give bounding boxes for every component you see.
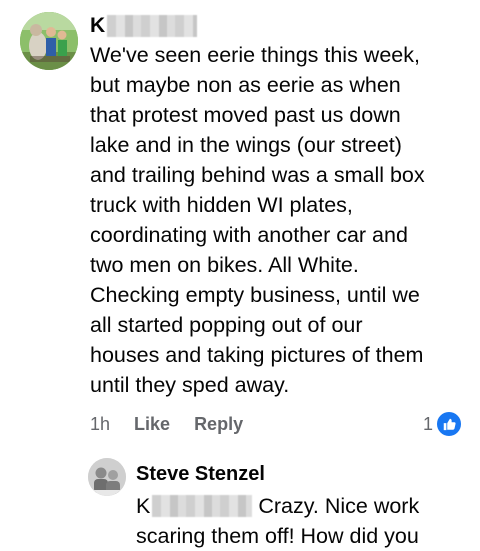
comment-line: coordinating with another car and (90, 223, 408, 247)
reply-author-avatar[interactable] (88, 458, 126, 496)
redacted-author-name (107, 15, 198, 37)
thumbs-up-icon (436, 411, 462, 437)
like-button[interactable]: Like (134, 410, 170, 438)
comment-line: but maybe non as eerie as when (90, 73, 401, 97)
comment-line: We've seen eerie things this week, (90, 43, 420, 67)
author-initial[interactable]: K (90, 12, 105, 40)
comment-line: and trailing behind was a small box (90, 163, 425, 187)
reply-body: K Crazy. Nice work (136, 491, 466, 521)
comment-line: until they sped away. (90, 373, 290, 397)
comment-line: all started popping out of our (90, 313, 363, 337)
reaction-count: 1 (422, 414, 433, 434)
avatar-photo (20, 12, 78, 70)
reaction-summary[interactable]: 1 (423, 410, 462, 438)
redacted-mention-name (152, 495, 253, 517)
comment-line: houses and taking pictures of them (90, 343, 424, 367)
comment-author[interactable]: K (90, 12, 198, 40)
comment-actions: 1h Like Reply (90, 410, 267, 438)
comment-line: Checking empty business, until we (90, 283, 420, 307)
reply-author-name[interactable]: Steve Stenzel (136, 460, 265, 488)
reply-mention-initial[interactable]: K (136, 491, 150, 521)
reply-avatar-photo (88, 458, 126, 496)
reply-text: Crazy. Nice work (258, 494, 420, 518)
comment-line: lake and in the wings (our street) (90, 133, 402, 157)
commenter-avatar[interactable] (20, 12, 78, 70)
comment-line: that protest moved past us down (90, 103, 401, 127)
comment-line: truck with hidden WI plates, (90, 193, 353, 217)
comment-line: two men on bikes. All White. (90, 253, 359, 277)
reply-body-line-2: scaring them off! How did you (136, 524, 419, 548)
comment-timestamp[interactable]: 1h (90, 410, 110, 438)
reply-button[interactable]: Reply (194, 410, 243, 438)
comment-body: We've seen eerie things this week, but m… (90, 40, 465, 400)
